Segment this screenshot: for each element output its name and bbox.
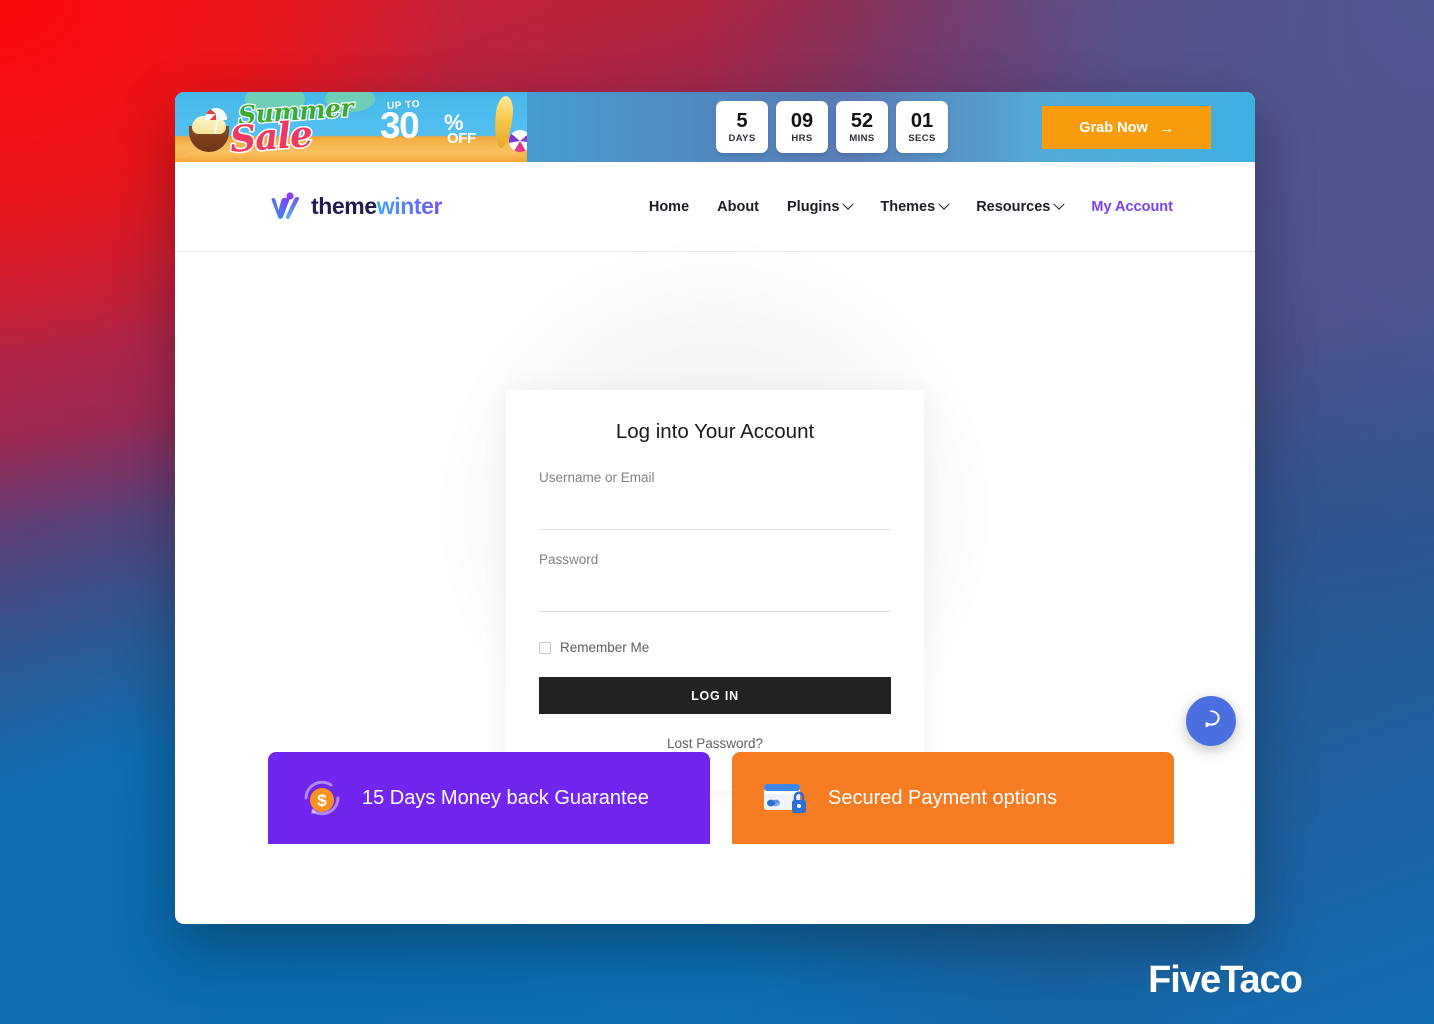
remember-me-checkbox[interactable] — [539, 641, 551, 654]
logo-text: themewinter — [311, 193, 442, 220]
chevron-down-icon — [842, 198, 855, 210]
grab-now-label: Grab Now — [1079, 119, 1148, 136]
nav-item-about-label: About — [717, 198, 760, 215]
nav-item-resources[interactable]: Resources — [976, 198, 1066, 215]
countdown-minutes-value: 52 — [850, 109, 874, 132]
username-label: Username or Email — [539, 470, 655, 485]
username-input[interactable] — [539, 503, 891, 530]
nav-item-about[interactable]: About — [717, 199, 759, 215]
secure-card-icon — [762, 778, 812, 818]
nav-item-plugins[interactable]: Plugins — [787, 198, 855, 215]
nav-item-themes-label: Themes — [880, 198, 936, 215]
nav-item-my-account-label: My Account — [1091, 198, 1173, 215]
remember-me-label[interactable]: Remember Me — [560, 640, 649, 655]
main-content: Log into Your Account Username or Email … — [175, 240, 1255, 844]
username-field-group: Username or Email — [539, 470, 891, 530]
secured-payment-card-text: Secured Payment options — [828, 786, 1058, 809]
discount-number: 30 — [380, 105, 420, 146]
money-back-card-text: 15 Days Money back Guarantee — [362, 786, 649, 809]
password-input[interactable] — [539, 585, 891, 612]
feature-cards: $ 15 Days Money back Guarantee Secured P… — [268, 752, 1174, 844]
themewinter-logo[interactable]: themewinter — [270, 191, 442, 222]
countdown-days-unit: DAYS — [728, 132, 756, 144]
page-title: Log into Your Account — [615, 420, 815, 443]
countdown-timer: 5 DAYS 09 HRS 52 MINS 01 SECS — [716, 101, 948, 153]
chat-bubble-icon — [1199, 707, 1223, 736]
login-button[interactable]: LOG IN — [539, 677, 891, 714]
countdown-seconds: 01 SECS — [896, 101, 948, 153]
password-label: Password — [539, 552, 599, 567]
refund-icon: $ — [298, 774, 346, 822]
nav-item-resources-label: Resources — [976, 198, 1051, 215]
countdown-minutes-unit: MINS — [849, 132, 875, 144]
nav-item-themes[interactable]: Themes — [880, 198, 950, 215]
beachball-icon — [509, 130, 527, 152]
nav-item-home[interactable]: Home — [649, 199, 689, 215]
chevron-down-icon — [938, 198, 950, 210]
fivetaco-watermark: FiveTaco — [1148, 959, 1303, 1001]
countdown-minutes: 52 MINS — [836, 101, 888, 153]
coconut-drink-icon — [189, 108, 229, 152]
chevron-down-icon — [1053, 198, 1066, 210]
svg-text:$: $ — [317, 791, 327, 810]
arrow-right-icon: → — [1159, 119, 1174, 136]
grab-now-button[interactable]: Grab Now → — [1042, 106, 1211, 149]
countdown-days-value: 5 — [736, 109, 748, 132]
site-navbar: themewinter Home About Plugins Themes Re… — [175, 162, 1255, 252]
promo-banner: Summer Sale UP TO 30 % OFF 5 DAYS 09 HRS — [175, 92, 1255, 162]
nav-item-plugins-label: Plugins — [787, 198, 840, 215]
countdown-hours-value: 09 — [790, 109, 814, 132]
password-field-group: Password — [539, 552, 891, 612]
logo-mark-icon — [270, 191, 303, 222]
site-window: Summer Sale UP TO 30 % OFF 5 DAYS 09 HRS — [175, 92, 1255, 924]
lost-password-link[interactable]: Lost Password? — [539, 736, 891, 751]
remember-me-row: Remember Me — [539, 640, 891, 655]
countdown-hours: 09 HRS — [776, 101, 828, 153]
page-backdrop: Summer Sale UP TO 30 % OFF 5 DAYS 09 HRS — [0, 0, 1434, 1024]
countdown-seconds-unit: SECS — [908, 132, 936, 144]
secured-payment-card[interactable]: Secured Payment options — [732, 752, 1174, 844]
countdown-days: 5 DAYS — [716, 101, 768, 153]
logo-text-part1: theme — [311, 193, 377, 219]
countdown-seconds-value: 01 — [910, 109, 934, 132]
summer-sale-artwork: Summer Sale UP TO 30 % OFF — [175, 92, 527, 162]
countdown-hours-unit: HRS — [791, 132, 813, 144]
nav-item-home-label: Home — [648, 198, 690, 215]
chat-widget-button[interactable] — [1186, 696, 1236, 746]
login-card: Log into Your Account Username or Email … — [506, 390, 924, 791]
off-label: OFF — [447, 130, 476, 147]
sale-word: Sale — [227, 112, 315, 162]
money-back-card[interactable]: $ 15 Days Money back Guarantee — [268, 752, 710, 844]
logo-text-part2: winter — [376, 193, 443, 219]
nav-item-my-account[interactable]: My Account — [1091, 199, 1173, 215]
nav-menu: Home About Plugins Themes Resources My A… — [649, 198, 1173, 215]
